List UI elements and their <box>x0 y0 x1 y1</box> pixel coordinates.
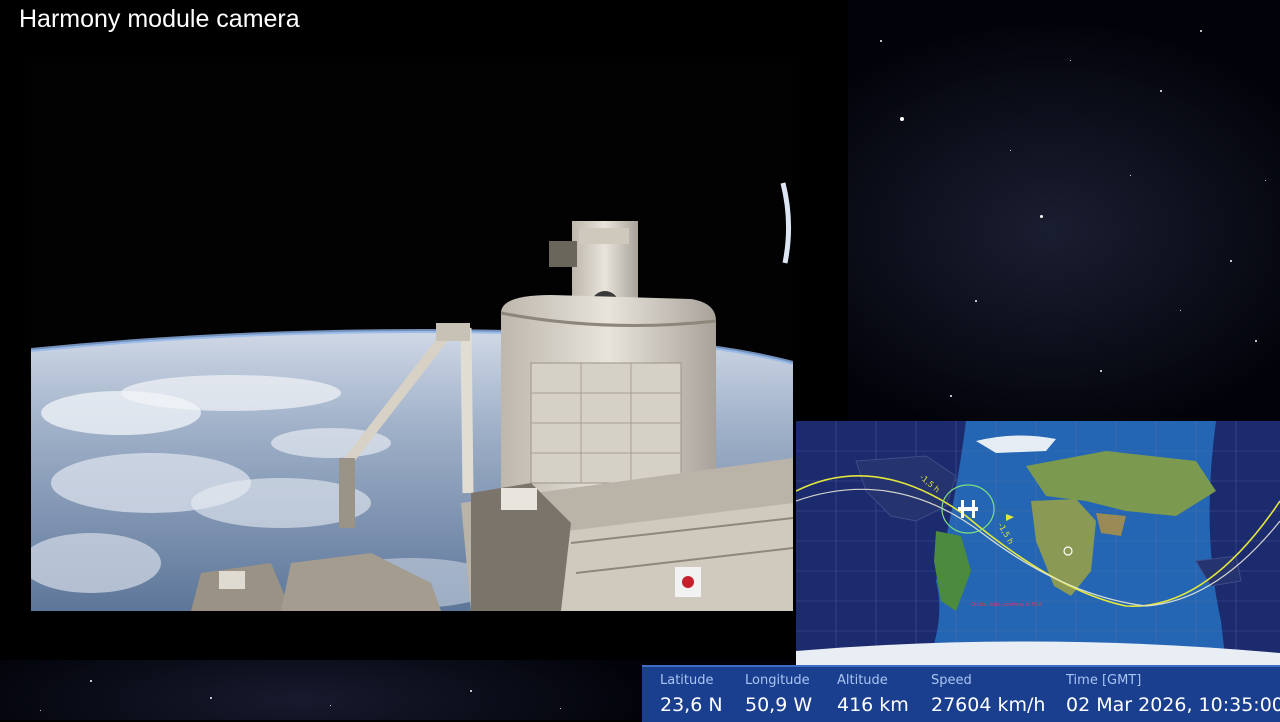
longitude-value: 50,9 W <box>745 694 813 716</box>
map-overlay-note: Orbital data courtesy of ESA <box>971 602 1042 608</box>
longitude-readout: Longitude 50,9 W <box>745 673 812 717</box>
iss-earth-view <box>31 63 793 611</box>
camera-panel: Harmony module camera <box>0 0 848 660</box>
time-label: Time [GMT] <box>1066 673 1142 688</box>
speed-value: 27604 km/h <box>931 694 1046 716</box>
latitude-label: Latitude <box>660 673 714 688</box>
longitude-label: Longitude <box>745 673 810 688</box>
world-map <box>796 421 1280 665</box>
telemetry-bar: Latitude 23,6 N Longitude 50,9 W Altitud… <box>642 665 1280 722</box>
latitude-value: 23,6 N <box>660 694 723 716</box>
altitude-readout: Altitude 416 km <box>837 673 909 717</box>
time-value: 02 Mar 2026, 10:35:00 <box>1066 694 1280 716</box>
time-readout: Time [GMT] 02 Mar 2026, 10:35:00 <box>1066 673 1280 717</box>
latitude-readout: Latitude 23,6 N <box>660 673 723 717</box>
iss-tracking-map[interactable]: -1,5 h -1,5 h Orbital data courtesy of E… <box>796 421 1280 665</box>
speed-label: Speed <box>931 673 972 688</box>
camera-video-feed[interactable] <box>31 63 793 611</box>
speed-readout: Speed 27604 km/h <box>931 673 1045 717</box>
camera-title: Harmony module camera <box>19 5 300 33</box>
altitude-value: 416 km <box>837 694 909 716</box>
altitude-label: Altitude <box>837 673 888 688</box>
